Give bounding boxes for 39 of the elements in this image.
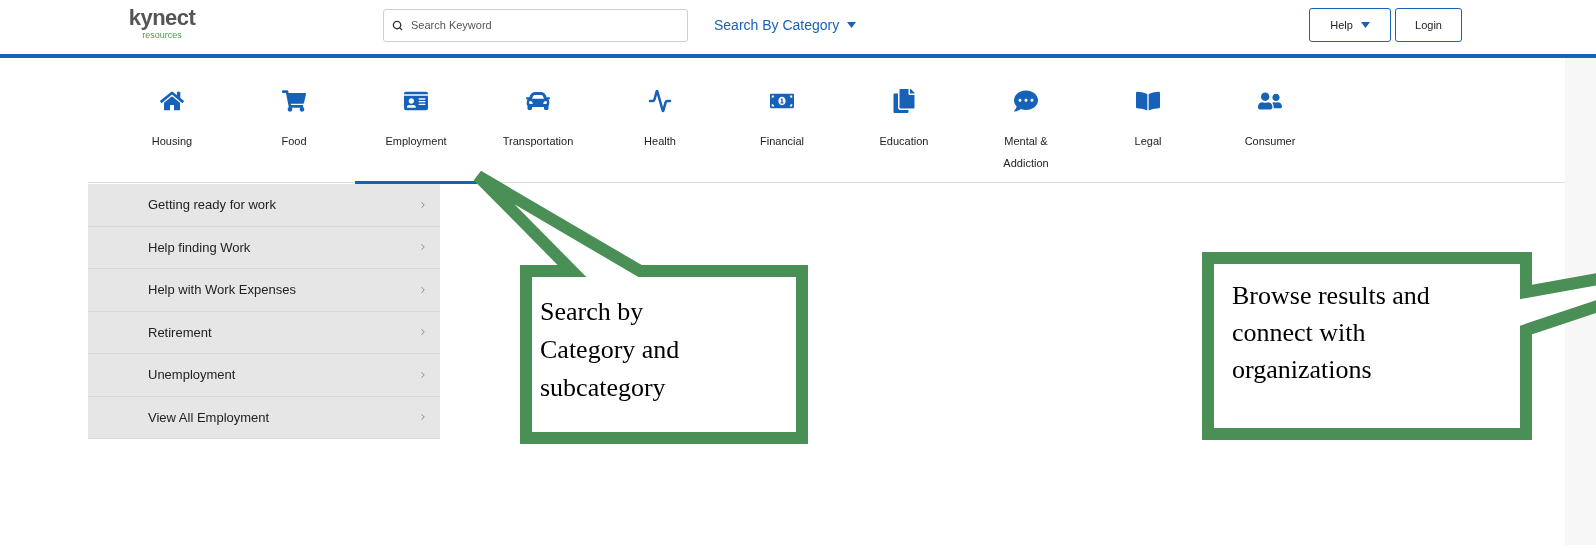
chevron-icon [418, 369, 428, 380]
caret-icon [847, 22, 857, 28]
book-icon [1136, 89, 1160, 113]
category-tab[interactable]: Health [599, 58, 721, 184]
logo[interactable]: kynect resources [117, 6, 207, 40]
category-tab[interactable]: Transportation [477, 58, 599, 184]
caret-icon [1360, 22, 1370, 28]
subcategory-item[interactable]: Help finding Work [88, 226, 440, 269]
callout-text: Search by Category and subcategory [540, 296, 681, 404]
search-icon [392, 19, 403, 31]
subcategory-item[interactable]: Unemployment [88, 354, 440, 397]
documents-icon [892, 89, 916, 113]
chevron-icon [418, 327, 428, 338]
search-field[interactable]: Search Keyword [383, 8, 688, 42]
chevron-icon [418, 242, 428, 253]
id-card-icon [404, 89, 428, 113]
category-tab[interactable]: Consumer [1209, 58, 1331, 184]
subcategory-item[interactable]: Getting ready for work [88, 184, 440, 227]
login-button[interactable]: Login [1395, 8, 1462, 42]
category-tab[interactable]: Mental & Addiction [965, 58, 1087, 184]
category-dropdown[interactable]: Search By Category [714, 14, 857, 36]
category-tab[interactable]: Housing [111, 58, 233, 184]
subcategory-item[interactable]: View All Employment [88, 396, 440, 439]
category-tab[interactable]: Food [233, 58, 355, 184]
car-icon [526, 89, 550, 113]
subcategory-item[interactable]: Retirement [88, 311, 440, 354]
cart-icon [282, 89, 306, 113]
house-icon [160, 89, 184, 113]
category-tab[interactable]: Education [843, 58, 965, 184]
help-dropdown[interactable]: Help [1309, 8, 1391, 42]
category-tab[interactable]: Legal [1087, 58, 1209, 184]
pulse-line-icon [648, 89, 672, 113]
category-tab[interactable]: Financial [721, 58, 843, 184]
subcategory-item[interactable]: Help with Work Expenses [88, 269, 440, 312]
chevron-icon [418, 199, 428, 210]
chevron-icon [418, 412, 428, 423]
chevron-icon [418, 284, 428, 295]
chat-bubble-icon [1014, 89, 1038, 113]
callout-text: Browse results and connect with organizations [1232, 280, 1431, 386]
